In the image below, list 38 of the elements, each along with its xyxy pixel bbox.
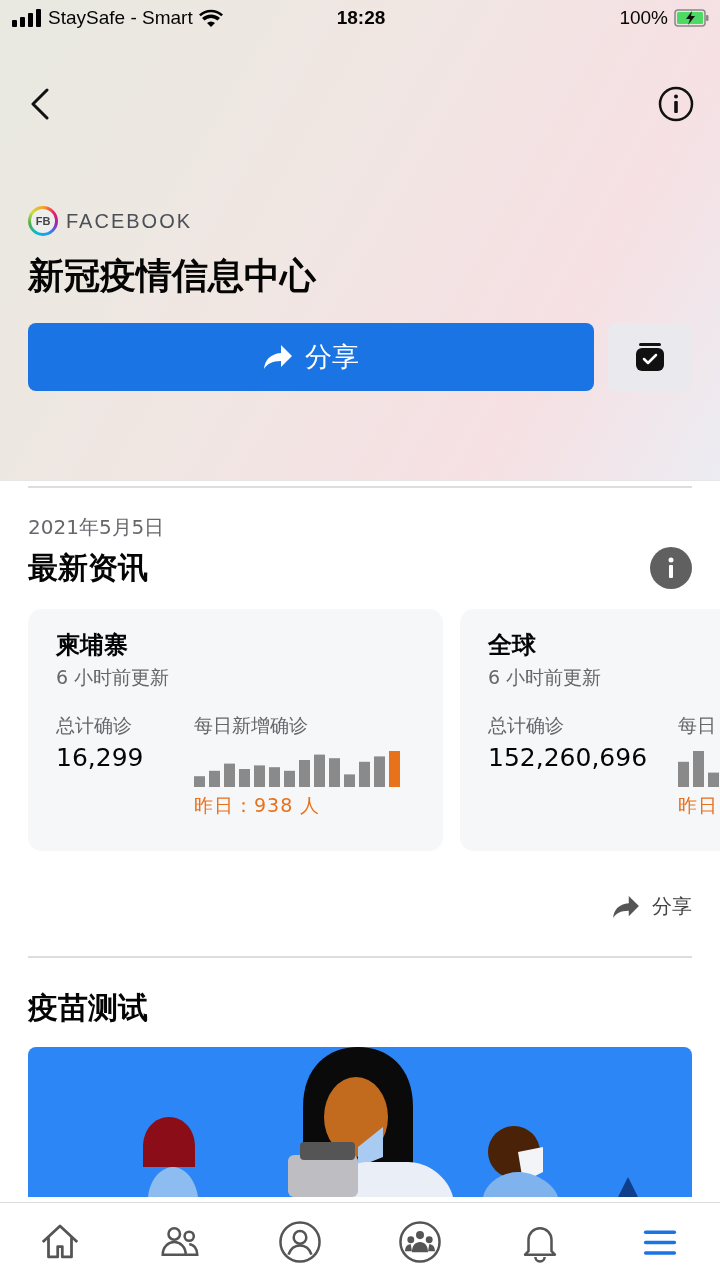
status-time: 18:28: [336, 7, 386, 29]
bookmark-box-icon: [635, 342, 665, 372]
stat-value: 152,260,696: [488, 743, 649, 772]
share-link[interactable]: 分享: [612, 893, 692, 920]
save-button[interactable]: [608, 323, 692, 391]
stat-label: 每日新增确诊: [194, 713, 309, 738]
carrier-name: StaySafe - Smart: [48, 7, 193, 29]
stat-label: 总计确诊: [56, 713, 133, 738]
stat-label: 每日: [678, 713, 717, 738]
battery-icon: [674, 9, 710, 27]
stat-card[interactable]: 全球 6 小时前更新 总计确诊 152,260,696 每日 昨日: [460, 609, 720, 851]
brand-logo: FB: [28, 206, 58, 236]
yesterday-count: 昨日: [678, 793, 719, 818]
signal-icon: [12, 9, 42, 27]
info-icon[interactable]: [650, 547, 692, 589]
share-button[interactable]: 分享: [28, 323, 594, 391]
stat-value: 16,299: [56, 743, 145, 772]
update-time: 6 小时前更新: [56, 665, 171, 690]
profile-icon[interactable]: [277, 1218, 323, 1265]
update-time: 6 小时前更新: [488, 665, 603, 690]
date-label: 2021年5月5日: [28, 514, 166, 541]
share-arrow-icon: [612, 894, 640, 919]
back-icon[interactable]: [30, 88, 50, 120]
stat-card[interactable]: 柬埔寨 6 小时前更新 总计确诊 16,299 每日新增确诊 昨日：938 人: [28, 609, 443, 851]
yesterday-count: 昨日：938 人: [194, 793, 322, 818]
share-arrow-icon: [263, 344, 293, 370]
info-icon[interactable]: [658, 86, 694, 122]
region-name: 全球: [488, 630, 537, 661]
region-name: 柬埔寨: [56, 630, 129, 661]
groups-icon[interactable]: [397, 1218, 443, 1265]
stat-label: 总计确诊: [488, 713, 565, 738]
section-title: 最新资讯: [28, 548, 148, 587]
battery-percent: 100%: [619, 7, 668, 29]
brand-name: FACEBOOK: [66, 209, 193, 233]
page-title: 新冠疫情信息中心: [28, 254, 317, 298]
section-title: 疫苗测试: [28, 989, 149, 1027]
bar-sparkline: [678, 751, 720, 787]
wifi-icon: [198, 9, 223, 27]
